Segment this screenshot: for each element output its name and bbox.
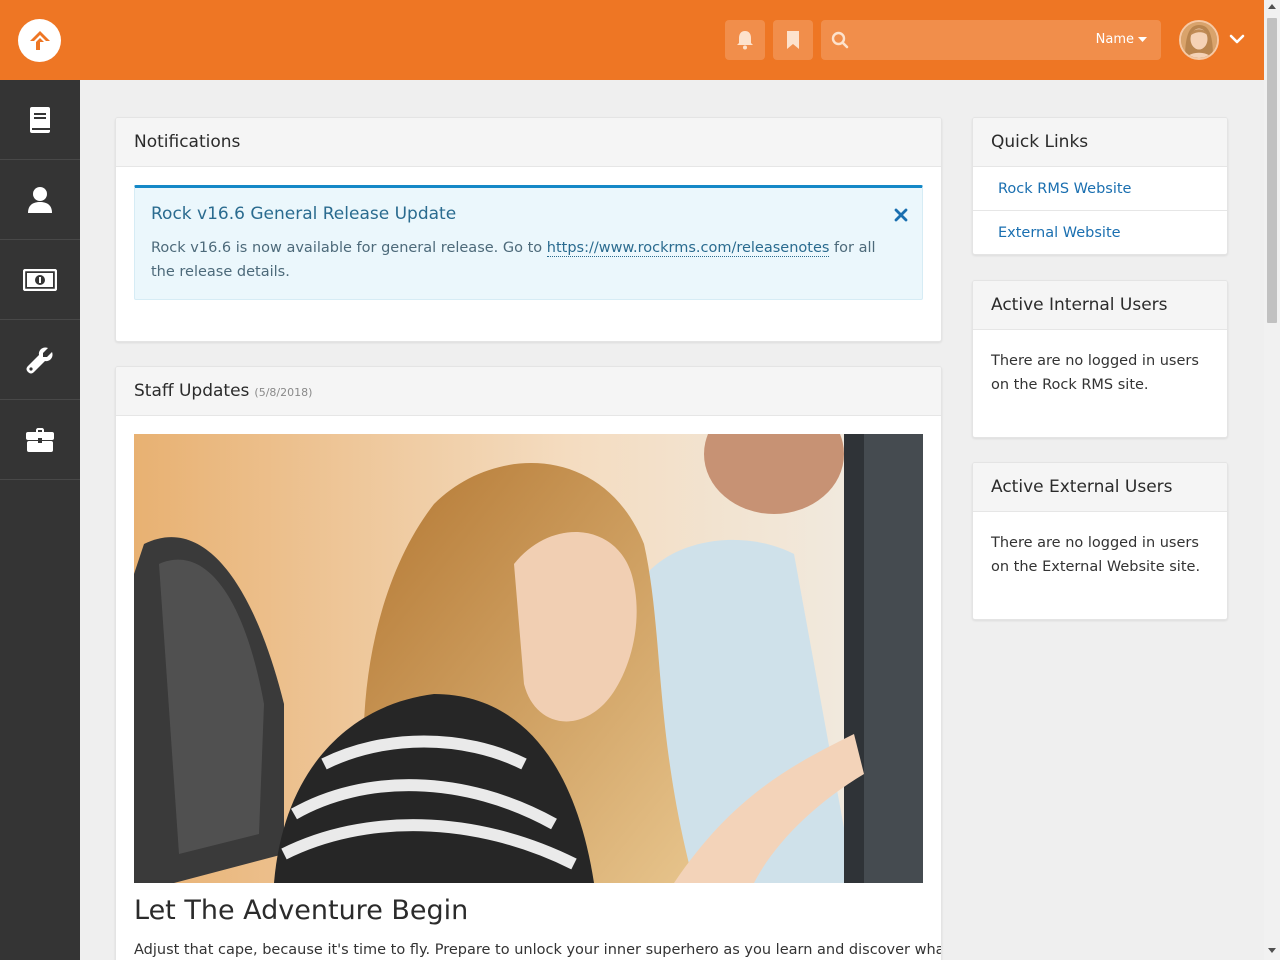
alert-title: Rock v16.6 General Release Update <box>151 204 457 224</box>
page-scrollbar[interactable] <box>1264 0 1280 960</box>
release-alert: Rock v16.6 General Release Update Rock v… <box>134 185 923 300</box>
wrench-icon <box>26 346 53 373</box>
panel-title: Active External Users <box>991 477 1173 497</box>
avatar[interactable] <box>1179 20 1219 60</box>
sidebar-item-admin-tools[interactable] <box>0 320 80 400</box>
quick-link-rock-rms[interactable]: Rock RMS Website <box>973 167 1227 211</box>
scrollbar-thumb[interactable] <box>1267 18 1277 323</box>
caret-down-icon <box>1138 36 1147 42</box>
scroll-up-arrow[interactable] <box>1268 4 1276 9</box>
search-filter-dropdown[interactable]: Name <box>1096 32 1147 47</box>
sidebar-item-documentation[interactable] <box>0 80 80 160</box>
money-icon <box>23 268 57 291</box>
panel-date: (5/8/2018) <box>254 386 313 399</box>
staff-updates-panel: Staff Updates (5/8/2018) Let The Adventu… <box>115 366 942 960</box>
panel-message: There are no logged in users on the Rock… <box>991 353 1199 393</box>
panel-heading: Quick Links <box>973 118 1227 167</box>
scroll-down-arrow[interactable] <box>1268 948 1276 953</box>
briefcase-icon <box>26 427 54 452</box>
notifications-button[interactable] <box>725 20 765 60</box>
search-input[interactable] <box>861 26 1081 54</box>
article-title[interactable]: Let The Adventure Begin <box>134 895 468 926</box>
bell-icon <box>737 31 753 50</box>
quick-link-external[interactable]: External Website <box>973 211 1227 254</box>
chevron-down-icon[interactable] <box>1229 31 1245 49</box>
book-icon <box>30 106 50 133</box>
alert-body: Rock v16.6 is now available for general … <box>151 236 891 284</box>
close-icon[interactable] <box>894 208 908 222</box>
search-bar: Name <box>821 20 1161 60</box>
panel-heading: Notifications <box>116 118 941 167</box>
bookmark-icon <box>787 31 799 49</box>
search-icon <box>831 31 849 49</box>
sidebar-item-finance[interactable] <box>0 240 80 320</box>
top-header: Name <box>0 0 1264 80</box>
panel-title: Staff Updates <box>134 381 250 401</box>
sidebar-nav <box>0 80 80 960</box>
user-icon <box>28 186 52 213</box>
notifications-panel: Notifications Rock v16.6 General Release… <box>115 117 942 342</box>
bookmarks-button[interactable] <box>773 20 813 60</box>
active-internal-users-panel: Active Internal Users There are no logge… <box>972 280 1228 438</box>
panel-heading: Staff Updates (5/8/2018) <box>116 367 941 416</box>
rock-logo-icon[interactable] <box>18 19 61 62</box>
article-text: Adjust that cape, because it's time to f… <box>134 942 942 958</box>
panel-title: Notifications <box>134 132 241 152</box>
article-hero-image[interactable] <box>134 434 923 883</box>
quick-links-panel: Quick Links Rock RMS Website External We… <box>972 117 1228 255</box>
panel-message: There are no logged in users on the Exte… <box>991 535 1201 575</box>
panel-heading: Active Internal Users <box>973 281 1227 330</box>
panel-title: Active Internal Users <box>991 295 1168 315</box>
active-external-users-panel: Active External Users There are no logge… <box>972 462 1228 620</box>
sidebar-item-tools[interactable] <box>0 400 80 480</box>
sidebar-item-people[interactable] <box>0 160 80 240</box>
search-filter-label: Name <box>1095 32 1134 47</box>
alert-body-text: Rock v16.6 is now available for general … <box>151 240 547 256</box>
panel-heading: Active External Users <box>973 463 1227 512</box>
release-notes-link[interactable]: https://www.rockrms.com/releasenotes <box>546 240 830 257</box>
panel-title: Quick Links <box>991 132 1089 152</box>
